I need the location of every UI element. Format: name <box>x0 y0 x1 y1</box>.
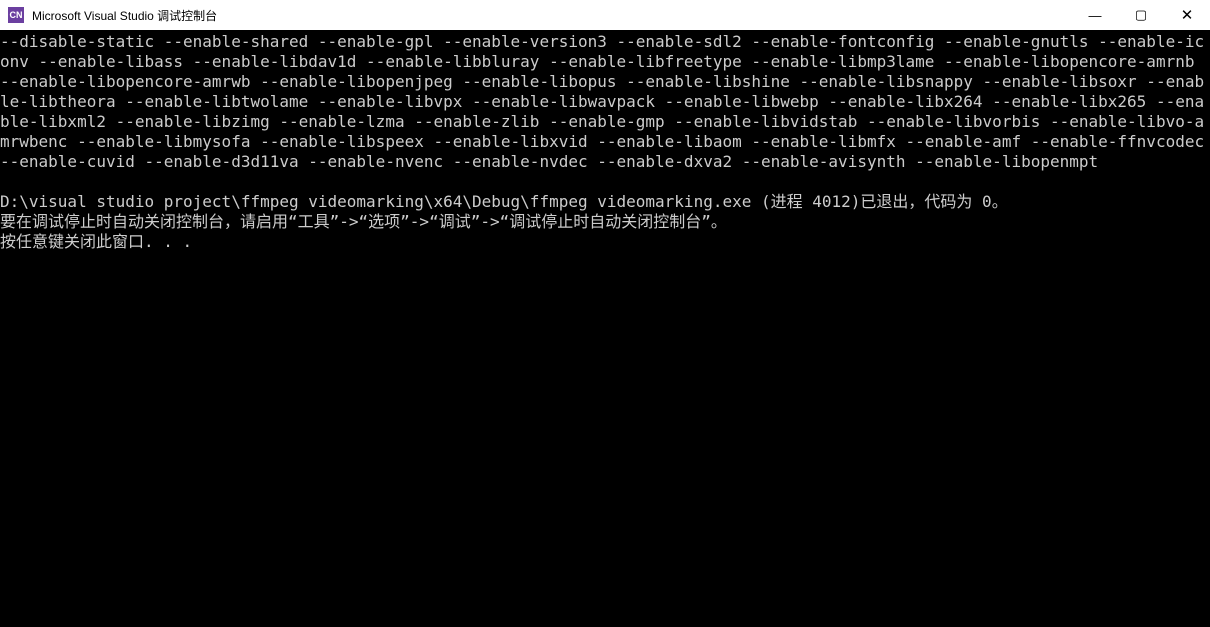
build-flags-text: --disable-static --enable-shared --enabl… <box>0 32 1210 171</box>
window-controls: — ▢ ✕ <box>1072 0 1210 30</box>
close-button[interactable]: ✕ <box>1164 0 1210 30</box>
console-output[interactable]: --disable-static --enable-shared --enabl… <box>0 30 1210 627</box>
titlebar: CN Microsoft Visual Studio 调试控制台 — ▢ ✕ <box>0 0 1210 30</box>
maximize-button[interactable]: ▢ <box>1118 0 1164 30</box>
app-icon: CN <box>8 7 24 23</box>
process-exit-line: D:\visual studio project\ffmpeg videomar… <box>0 192 1008 211</box>
press-key-line: 按任意键关闭此窗口. . . <box>0 232 192 251</box>
minimize-button[interactable]: — <box>1072 0 1118 30</box>
window-title: Microsoft Visual Studio 调试控制台 <box>32 7 1072 24</box>
blank-line <box>0 172 1210 192</box>
debug-hint-line: 要在调试停止时自动关闭控制台，请启用“工具”->“选项”->“调试”->“调试停… <box>0 212 727 231</box>
